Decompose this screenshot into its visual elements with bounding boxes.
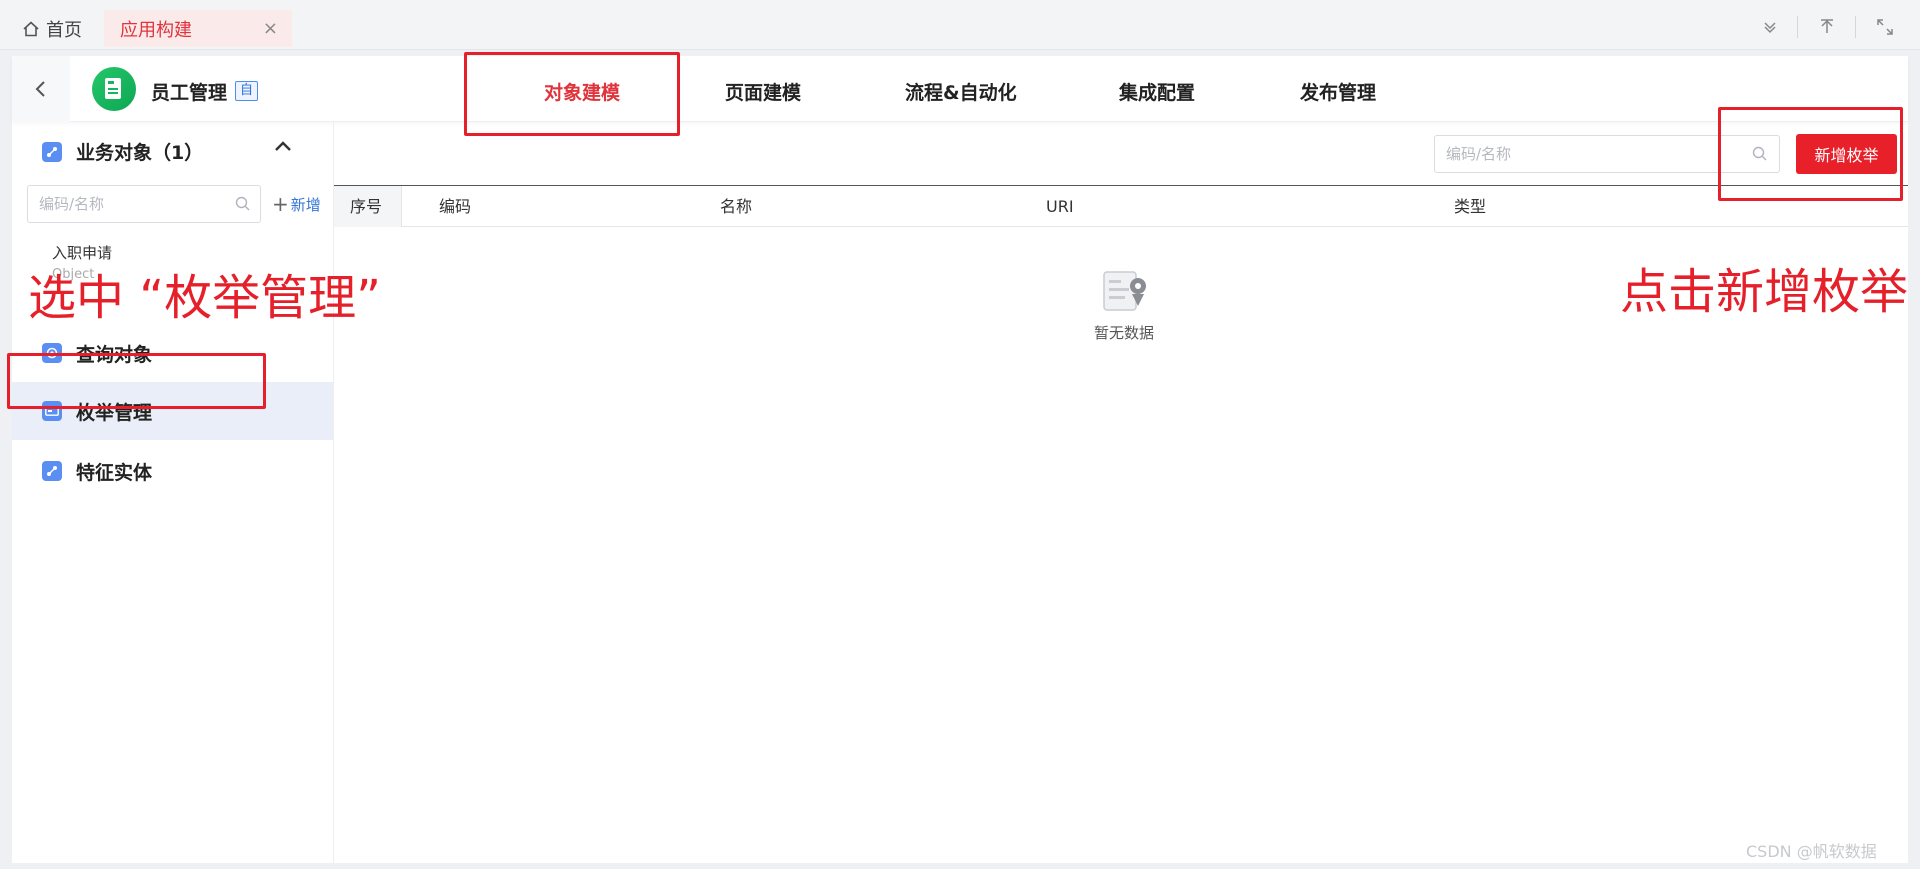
search-icon[interactable] <box>235 196 250 215</box>
sidebar: 业务对象（1） + 新增 入职申请 Object 查询对象 枚举 <box>12 122 334 863</box>
tab-home-label: 首页 <box>46 19 82 41</box>
content-search-input[interactable] <box>1435 136 1735 172</box>
chevron-left-icon <box>35 81 45 97</box>
close-icon[interactable]: × <box>263 18 278 39</box>
sidebar-group-title: 业务对象（1） <box>76 142 204 164</box>
content-search <box>1434 135 1780 173</box>
toolbar-divider <box>1797 16 1798 38</box>
feature-entity-icon <box>42 461 62 481</box>
sidebar-item-label: 枚举管理 <box>76 401 153 424</box>
back-button[interactable] <box>12 56 70 122</box>
empty-state: 暂无数据 <box>1084 268 1164 343</box>
tab-app-build[interactable]: 应用构建 × <box>104 10 292 47</box>
business-object-icon <box>42 141 62 162</box>
chevron-double-down-icon[interactable] <box>1757 14 1783 40</box>
column-header-code: 编码 <box>439 197 472 216</box>
annotation-click-text: 点击新增枚举 <box>1620 264 1909 320</box>
app-header: 员工管理 自 对象建模 页面建模 流程&自动化 集成配置 发布管理 <box>12 56 1908 122</box>
table-header: 序号 编码 名称 URI 类型 <box>334 185 1908 227</box>
sidebar-item-feature-entity[interactable]: 特征实体 <box>12 442 333 500</box>
nav-flow-automation[interactable]: 流程&自动化 <box>905 78 1017 105</box>
upload-icon[interactable] <box>1814 14 1840 40</box>
chevron-up-icon[interactable] <box>272 136 294 162</box>
empty-data-icon <box>1103 271 1146 311</box>
column-header-uri: URI <box>1046 197 1074 216</box>
app-badge: 自 <box>235 81 259 101</box>
nav-page-modeling[interactable]: 页面建模 <box>725 78 801 105</box>
sidebar-item-query-object[interactable]: 查询对象 <box>12 324 333 382</box>
column-header-name: 名称 <box>720 197 753 216</box>
home-icon <box>23 20 39 36</box>
sidebar-search <box>27 185 261 223</box>
sidebar-add-label: 新增 <box>290 195 321 214</box>
nav-object-modeling[interactable]: 对象建模 <box>544 78 620 105</box>
toolbar-divider <box>1855 16 1856 38</box>
sidebar-search-input[interactable] <box>28 186 218 222</box>
search-icon[interactable] <box>1752 146 1767 165</box>
sidebar-item-enum-management[interactable]: 枚举管理 <box>12 382 333 440</box>
column-header-index: 序号 <box>334 186 402 227</box>
main-card: 员工管理 自 对象建模 页面建模 流程&自动化 集成配置 发布管理 业务对象（1… <box>12 56 1908 863</box>
annotation-select-text: 选中 “枚举管理” <box>28 270 381 326</box>
plus-icon: + <box>272 192 289 216</box>
column-header-type: 类型 <box>1454 197 1487 216</box>
empty-state-text: 暂无数据 <box>1093 324 1154 342</box>
sidebar-add-button[interactable]: + 新增 <box>272 192 321 216</box>
query-object-icon <box>42 343 62 363</box>
nav-publish-management[interactable]: 发布管理 <box>1300 78 1376 105</box>
nav-integration-config[interactable]: 集成配置 <box>1119 78 1195 105</box>
watermark: CSDN @帆软数据 <box>1746 842 1877 861</box>
tab-app-build-label: 应用构建 <box>120 19 192 41</box>
sidebar-group-business-objects[interactable]: 业务对象（1） <box>42 138 203 165</box>
add-enum-button[interactable]: 新增枚举 <box>1796 134 1897 174</box>
app-logo-icon <box>92 67 136 111</box>
enum-icon <box>42 401 62 421</box>
window-tab-bar: 首页 应用构建 × <box>0 0 1920 50</box>
app-name: 员工管理 <box>151 82 228 104</box>
sidebar-item-label: 查询对象 <box>76 343 153 366</box>
sidebar-item-label: 特征实体 <box>76 461 153 484</box>
tab-home[interactable]: 首页 <box>22 10 82 47</box>
fullscreen-icon[interactable] <box>1872 14 1898 40</box>
content-area: 新增枚举 序号 编码 名称 URI 类型 暂无数据 <box>334 122 1908 863</box>
